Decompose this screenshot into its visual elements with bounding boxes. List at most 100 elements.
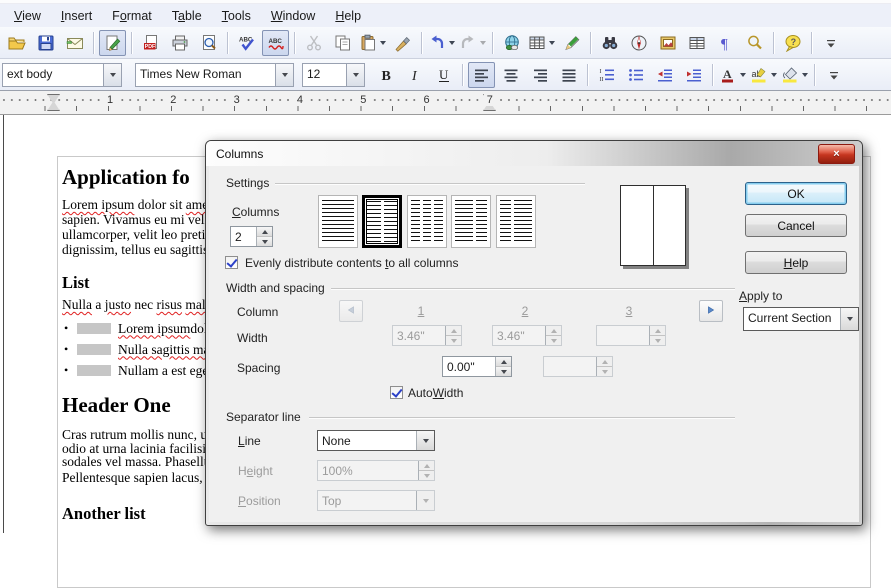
- gallery-button[interactable]: [654, 30, 681, 56]
- spin-up-icon[interactable]: [496, 357, 511, 367]
- menu-insert[interactable]: Insert: [51, 6, 102, 26]
- paste-button[interactable]: [358, 30, 387, 56]
- preset-column: [411, 200, 420, 243]
- edit-file-button[interactable]: [99, 30, 126, 56]
- hyperlink-button[interactable]: [498, 30, 525, 56]
- next-column-button[interactable]: [699, 300, 723, 322]
- dropdown-arrow-icon[interactable]: [802, 73, 808, 77]
- copy-button[interactable]: [329, 30, 356, 56]
- preset-column: [384, 201, 398, 242]
- document-canvas[interactable]: Application foLorem ipsum dolor sit amet…: [0, 115, 891, 533]
- italic-button[interactable]: I: [401, 62, 428, 88]
- open-button[interactable]: [3, 30, 30, 56]
- spacing-value-1[interactable]: 0.00": [443, 357, 495, 376]
- horizontal-ruler[interactable]: 1234567: [0, 91, 891, 115]
- export-pdf-button[interactable]: PDF: [137, 30, 164, 56]
- align-right-button[interactable]: [526, 62, 553, 88]
- toolbar-options-button[interactable]: [817, 30, 844, 56]
- email-button[interactable]: [61, 30, 88, 56]
- columns-count-value[interactable]: 2: [231, 227, 256, 246]
- text-run: dolor sit: [134, 197, 185, 212]
- auto-spellcheck-button[interactable]: ABC: [262, 30, 289, 56]
- dropdown-arrow-icon[interactable]: [380, 41, 386, 45]
- menu-table[interactable]: Table: [162, 6, 212, 26]
- spin-up-icon[interactable]: [257, 227, 272, 237]
- font-size-combo[interactable]: 12: [302, 63, 365, 87]
- page-preview-button[interactable]: [195, 30, 222, 56]
- menu-tools[interactable]: Tools: [212, 6, 261, 26]
- spin-down-icon[interactable]: [496, 367, 511, 376]
- align-center-button[interactable]: [497, 62, 524, 88]
- find-replace-button[interactable]: [596, 30, 623, 56]
- print-button[interactable]: [166, 30, 193, 56]
- help-button[interactable]: ?: [779, 30, 806, 56]
- menu-format[interactable]: Format: [102, 6, 162, 26]
- menu-view[interactable]: View: [4, 6, 51, 26]
- ruler-dots: [0, 99, 891, 101]
- spacing-spinner-1[interactable]: 0.00": [442, 356, 512, 377]
- dialog-title: Columns: [216, 147, 263, 161]
- bold-button[interactable]: B: [372, 62, 399, 88]
- chevron-down-icon[interactable]: [840, 308, 858, 330]
- chevron-down-icon[interactable]: [416, 431, 434, 450]
- font-size-value[interactable]: 12: [303, 64, 346, 86]
- format-paintbrush-button[interactable]: [389, 30, 416, 56]
- justify-button[interactable]: [555, 62, 582, 88]
- preset-one-column-button[interactable]: [318, 195, 358, 248]
- dropdown-arrow-icon[interactable]: [480, 41, 486, 45]
- chevron-down-icon[interactable]: [103, 64, 121, 86]
- preset-right-wide-button[interactable]: [496, 195, 536, 248]
- font-name-combo[interactable]: Times New Roman: [135, 63, 294, 87]
- preset-left-wide-button[interactable]: [451, 195, 491, 248]
- autowidth-checkbox[interactable]: [390, 386, 403, 399]
- dropdown-arrow-icon[interactable]: [771, 73, 777, 77]
- close-button[interactable]: ×: [818, 144, 855, 164]
- evenly-distribute-checkbox[interactable]: [225, 256, 238, 269]
- text-run: ullamcorper, velit leo pretium: [62, 227, 223, 242]
- undo-button[interactable]: [427, 30, 456, 56]
- ruler-number: 4: [294, 94, 306, 106]
- menu-help[interactable]: Help: [325, 6, 371, 26]
- dropdown-arrow-icon[interactable]: [549, 41, 555, 45]
- separator-line-value[interactable]: None: [318, 431, 416, 450]
- columns-count-spinner[interactable]: 2: [230, 226, 273, 247]
- formatting-marks-button[interactable]: ¶: [712, 30, 739, 56]
- numbered-list-button[interactable]: III: [593, 62, 620, 88]
- highlighting-button[interactable]: ab: [749, 62, 778, 88]
- bullet-list-button[interactable]: [622, 62, 649, 88]
- save-button[interactable]: [32, 30, 59, 56]
- ok-button[interactable]: OK: [745, 182, 847, 205]
- spelling-button[interactable]: ABC: [233, 30, 260, 56]
- menu-window[interactable]: Window: [261, 6, 325, 26]
- toolbar-options-button[interactable]: [820, 62, 847, 88]
- font-color-button[interactable]: A: [718, 62, 747, 88]
- decrease-indent-button[interactable]: [651, 62, 678, 88]
- chevron-down-icon[interactable]: [275, 64, 293, 86]
- spin-down-icon[interactable]: [257, 237, 272, 246]
- preset-three-columns-button[interactable]: [407, 195, 447, 248]
- dropdown-arrow-icon[interactable]: [449, 41, 455, 45]
- paragraph-style-value[interactable]: ext body: [3, 64, 103, 86]
- preset-two-columns-button[interactable]: [362, 195, 402, 248]
- dialog-titlebar[interactable]: Columns ×: [206, 141, 862, 166]
- cancel-button[interactable]: Cancel: [745, 214, 847, 237]
- group-rule: [331, 288, 735, 289]
- dropdown-arrow-icon[interactable]: [740, 73, 746, 77]
- zoom-button[interactable]: [741, 30, 768, 56]
- underline-button[interactable]: U: [430, 62, 457, 88]
- paragraph-style-combo[interactable]: ext body: [2, 63, 122, 87]
- separator-line-select[interactable]: None: [317, 430, 435, 451]
- apply-to-value[interactable]: Current Section: [744, 308, 840, 330]
- insert-table-button[interactable]: [527, 30, 556, 56]
- align-left-button[interactable]: [468, 62, 495, 88]
- help-button[interactable]: Help: [745, 251, 847, 274]
- navigator-button[interactable]: [625, 30, 652, 56]
- chevron-down-icon[interactable]: [346, 64, 364, 86]
- apply-to-select[interactable]: Current Section: [743, 307, 859, 331]
- left-indent-marker[interactable]: [47, 94, 60, 111]
- increase-indent-button[interactable]: [680, 62, 707, 88]
- draw-functions-button[interactable]: [558, 30, 585, 56]
- data-sources-button[interactable]: [683, 30, 710, 56]
- background-color-button[interactable]: [780, 62, 809, 88]
- font-name-value[interactable]: Times New Roman: [136, 64, 275, 86]
